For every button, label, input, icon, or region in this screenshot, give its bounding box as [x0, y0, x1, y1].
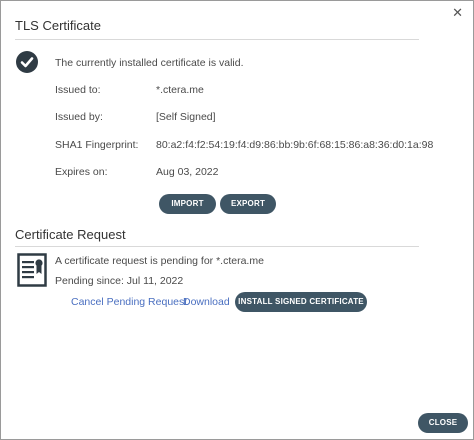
- sha1-fingerprint-label: SHA1 Fingerprint:: [55, 139, 139, 151]
- import-button[interactable]: IMPORT: [159, 194, 216, 214]
- request-section-divider: [15, 246, 419, 247]
- install-signed-certificate-button[interactable]: INSTALL SIGNED CERTIFICATE: [235, 292, 367, 312]
- sha1-fingerprint-value: 80:a2:f4:f2:54:19:f4:d9:86:bb:9b:6f:68:1…: [156, 139, 434, 151]
- issued-to-value: *.ctera.me: [156, 84, 204, 96]
- expires-on-label: Expires on:: [55, 166, 108, 178]
- export-button[interactable]: EXPORT: [220, 194, 276, 214]
- expires-on-value: Aug 03, 2022: [156, 166, 219, 178]
- issued-by-value: [Self Signed]: [156, 111, 216, 123]
- tls-section-divider: [15, 39, 419, 40]
- close-button[interactable]: CLOSE: [418, 413, 468, 433]
- pending-since-text: Pending since: Jul 11, 2022: [55, 275, 184, 287]
- tls-certificate-dialog: ✕ TLS Certificate The currently installe…: [0, 0, 474, 440]
- certificate-document-icon: [17, 253, 47, 287]
- check-circle-icon: [16, 51, 38, 73]
- issued-by-label: Issued by:: [55, 111, 103, 123]
- download-link[interactable]: Download: [183, 296, 230, 308]
- cancel-pending-request-link[interactable]: Cancel Pending Request: [71, 296, 187, 308]
- pending-request-text: A certificate request is pending for *.c…: [55, 255, 264, 267]
- certificate-status-text: The currently installed certificate is v…: [55, 57, 244, 69]
- close-icon[interactable]: ✕: [452, 6, 463, 20]
- issued-to-label: Issued to:: [55, 84, 101, 96]
- request-section-title: Certificate Request: [15, 227, 126, 242]
- tls-section-title: TLS Certificate: [15, 18, 101, 33]
